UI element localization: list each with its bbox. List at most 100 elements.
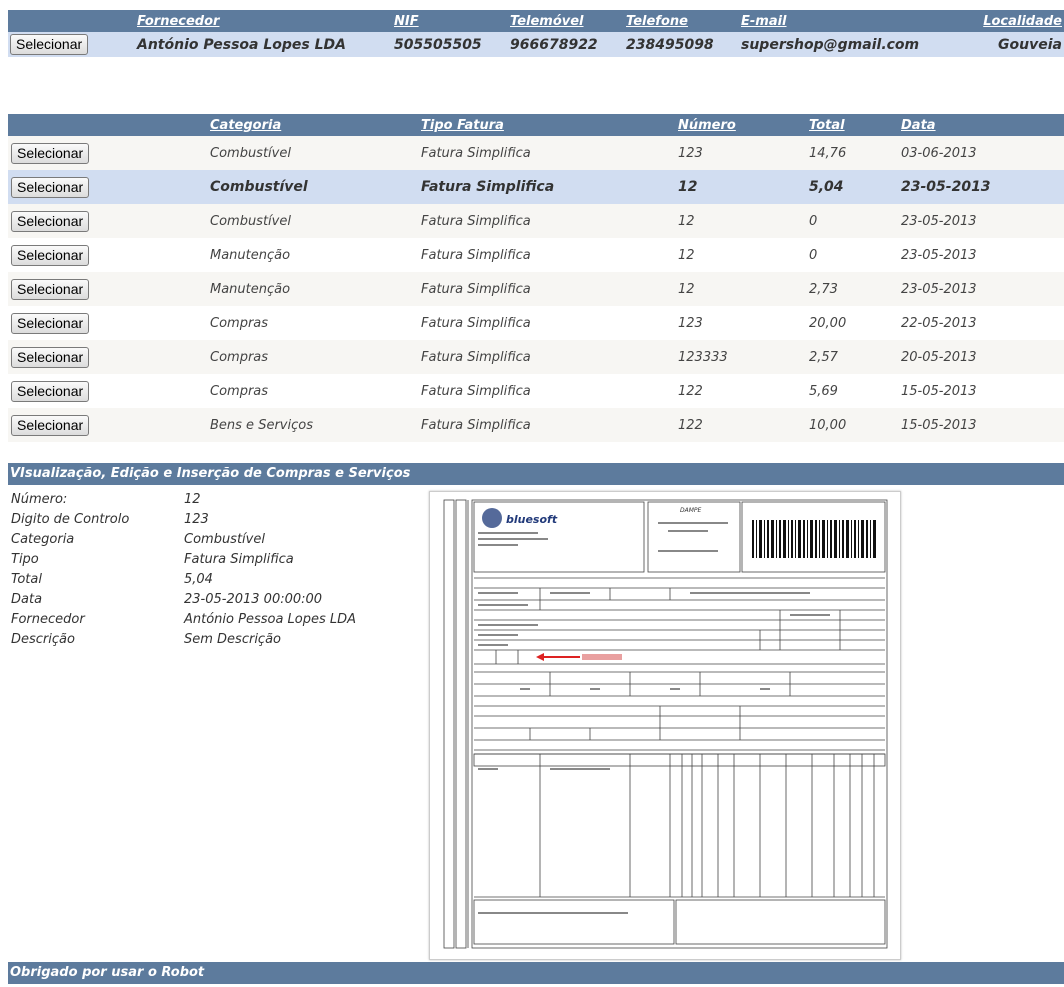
- header-tipo-fatura[interactable]: Tipo Fatura: [421, 114, 678, 136]
- invoice-row: Selecionar Manutenção Fatura Simplifica 12 0…: [8, 238, 1064, 272]
- header-email[interactable]: E-mail: [741, 10, 945, 32]
- select-invoice-button[interactable]: Selecionar: [11, 346, 90, 368]
- invoice-total: 0: [809, 238, 901, 272]
- invoice-total: 14,76: [809, 136, 901, 170]
- invoice-numero: 12: [678, 238, 809, 272]
- invoice-grid-header: Categoria Tipo Fatura Número Total Data: [8, 114, 1064, 136]
- invoice-data: 22-05-2013: [901, 306, 1064, 340]
- detail-row: Número: 12: [11, 490, 411, 510]
- supplier-row: Selecionar António Pessoa Lopes LDA 5055…: [8, 32, 1064, 57]
- document-heading: DAMPE: [680, 507, 702, 514]
- invoice-categoria: Combustível: [210, 170, 421, 204]
- detail-value: 5,04: [184, 572, 213, 587]
- panel-title: VIsualização, Edição e Inserção de Compr…: [8, 463, 1064, 485]
- detail-label: Total: [11, 572, 42, 587]
- header-data[interactable]: Data: [901, 114, 1064, 136]
- supplier-phone: 238495098: [626, 32, 741, 57]
- select-invoice-button[interactable]: Selecionar: [11, 210, 90, 232]
- invoice-numero: 122: [678, 374, 809, 408]
- header-fornecedor[interactable]: Fornecedor: [137, 10, 394, 32]
- select-invoice-button[interactable]: Selecionar: [11, 142, 90, 164]
- invoice-row: Selecionar Compras Fatura Simplifica 123333…: [8, 340, 1064, 374]
- header-total[interactable]: Total: [809, 114, 901, 136]
- invoice-row: Selecionar Combustível Fatura Simplifica 12…: [8, 170, 1064, 204]
- detail-row: Categoria Combustível: [11, 530, 411, 550]
- detail-value: 123: [184, 512, 209, 527]
- header-select: [8, 10, 137, 32]
- invoice-row: Selecionar Manutenção Fatura Simplifica 12 2…: [8, 272, 1064, 306]
- select-invoice-button[interactable]: Selecionar: [11, 380, 90, 402]
- supplier-grid: Fornecedor NIF Telemóvel Telefone E-mail…: [8, 10, 1064, 57]
- invoice-numero: 12: [678, 170, 809, 204]
- invoice-data: 03-06-2013: [901, 136, 1064, 170]
- detail-row: Digito de Controlo 123: [11, 510, 411, 530]
- invoice-data: 15-05-2013: [901, 374, 1064, 408]
- invoice-tipo: Fatura Simplifica: [421, 306, 678, 340]
- header-categoria[interactable]: Categoria: [210, 114, 421, 136]
- detail-value: Combustível: [184, 532, 265, 547]
- invoice-numero: 123: [678, 306, 809, 340]
- supplier-grid-header: Fornecedor NIF Telemóvel Telefone E-mail…: [8, 10, 1064, 32]
- invoice-total: 5,04: [809, 170, 901, 204]
- invoice-data: 23-05-2013: [901, 272, 1064, 306]
- select-invoice-button[interactable]: Selecionar: [11, 176, 90, 198]
- invoice-data: 23-05-2013: [901, 204, 1064, 238]
- header-nif[interactable]: NIF: [394, 10, 510, 32]
- detail-label: Tipo: [11, 552, 39, 567]
- invoice-total: 0: [809, 204, 901, 238]
- detail-value: Fatura Simplifica: [184, 552, 294, 567]
- invoice-tipo: Fatura Simplifica: [421, 272, 678, 306]
- header-localidade[interactable]: Localidade: [945, 10, 1064, 32]
- invoice-categoria: Manutenção: [210, 272, 421, 306]
- invoice-data: 20-05-2013: [901, 340, 1064, 374]
- invoice-total: 20,00: [809, 306, 901, 340]
- document-logo: bluesoft: [506, 513, 558, 526]
- invoice-numero: 12: [678, 272, 809, 306]
- detail-row: Tipo Fatura Simplifica: [11, 550, 411, 570]
- header-telefone[interactable]: Telefone: [626, 10, 741, 32]
- invoice-numero: 122: [678, 408, 809, 442]
- invoice-categoria: Compras: [210, 374, 421, 408]
- invoice-total: 10,00: [809, 408, 901, 442]
- invoice-numero: 123333: [678, 340, 809, 374]
- invoice-row: Selecionar Compras Fatura Simplifica 123 20,…: [8, 306, 1064, 340]
- invoice-tipo: Fatura Simplifica: [421, 340, 678, 374]
- invoice-categoria: Compras: [210, 340, 421, 374]
- select-invoice-button[interactable]: Selecionar: [11, 278, 90, 300]
- header-telemovel[interactable]: Telemóvel: [510, 10, 626, 32]
- invoice-tipo: Fatura Simplifica: [421, 170, 678, 204]
- supplier-email: supershop@gmail.com: [741, 32, 945, 57]
- invoice-data: 15-05-2013: [901, 408, 1064, 442]
- invoice-tipo: Fatura Simplifica: [421, 136, 678, 170]
- select-supplier-button[interactable]: Selecionar: [10, 34, 89, 55]
- select-invoice-button[interactable]: Selecionar: [11, 312, 90, 334]
- select-invoice-button[interactable]: Selecionar: [11, 244, 90, 266]
- invoice-categoria: Manutenção: [210, 238, 421, 272]
- invoice-data: 23-05-2013: [901, 170, 1064, 204]
- detail-label: Descrição: [11, 632, 75, 647]
- detail-label: Digito de Controlo: [11, 512, 130, 527]
- detail-value: Sem Descrição: [184, 632, 281, 647]
- invoice-data: 23-05-2013: [901, 238, 1064, 272]
- detail-row: Data 23-05-2013 00:00:00: [11, 590, 411, 610]
- detail-row: Total 5,04: [11, 570, 411, 590]
- invoice-tipo: Fatura Simplifica: [421, 238, 678, 272]
- detail-label: Fornecedor: [11, 612, 85, 627]
- header-numero[interactable]: Número: [678, 114, 809, 136]
- select-invoice-button[interactable]: Selecionar: [11, 414, 90, 436]
- invoice-grid: Categoria Tipo Fatura Número Total Data …: [8, 114, 1064, 442]
- detail-value: 23-05-2013 00:00:00: [184, 592, 323, 607]
- header-select: [8, 114, 210, 136]
- invoice-total: 2,57: [809, 340, 901, 374]
- footer: Obrigado por usar o Robot: [8, 962, 1064, 984]
- detail-label: Data: [11, 592, 43, 607]
- invoice-row: Selecionar Combustível Fatura Simplifica 12…: [8, 136, 1064, 170]
- supplier-name: António Pessoa Lopes LDA: [137, 32, 394, 57]
- detail-row: Fornecedor António Pessoa Lopes LDA: [11, 610, 411, 630]
- invoice-document-image: bluesoft DAMPE: [429, 491, 901, 960]
- invoice-numero: 123: [678, 136, 809, 170]
- invoice-total: 5,69: [809, 374, 901, 408]
- invoice-categoria: Combustível: [210, 204, 421, 238]
- invoice-categoria: Combustível: [210, 136, 421, 170]
- invoice-tipo: Fatura Simplifica: [421, 204, 678, 238]
